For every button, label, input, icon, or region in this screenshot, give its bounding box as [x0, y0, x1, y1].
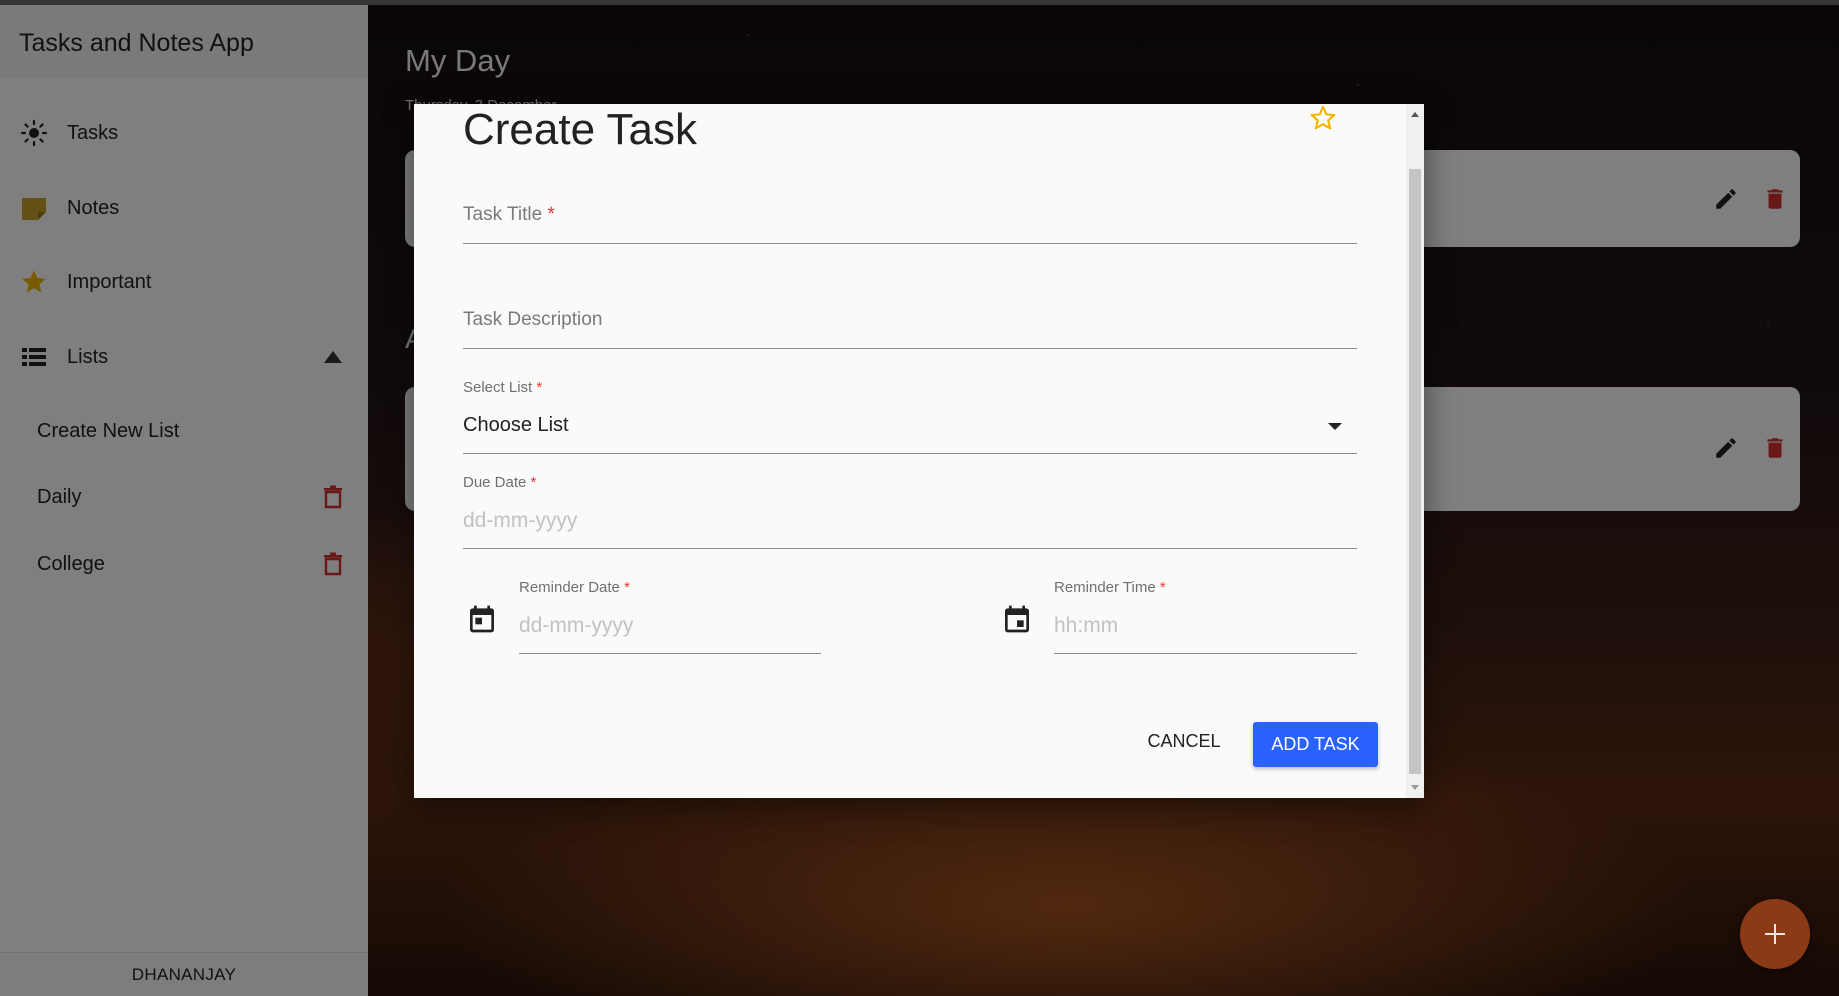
task-description-field[interactable]: Task Description — [463, 309, 1357, 351]
scroll-up-arrow-icon[interactable] — [1411, 112, 1419, 117]
due-date-field[interactable]: Due Date * dd-mm-yyyy — [463, 474, 1357, 550]
input-underline — [463, 243, 1357, 244]
task-description-label: Task Description — [463, 309, 603, 330]
required-mark: * — [530, 474, 537, 491]
input-underline — [463, 348, 1357, 349]
dialog-scrollbar[interactable] — [1406, 104, 1424, 798]
input-underline — [463, 453, 1357, 454]
required-mark: * — [536, 379, 543, 396]
reminder-time-label: Reminder Time — [1054, 579, 1156, 596]
required-mark: * — [547, 204, 555, 225]
add-task-button[interactable]: ADD TASK — [1253, 722, 1378, 767]
create-task-dialog: Create Task Task Title * Task Descriptio… — [414, 104, 1424, 798]
reminder-date-field[interactable]: Reminder Date * dd-mm-yyyy — [519, 579, 821, 655]
reminder-date-input[interactable]: dd-mm-yyyy — [519, 614, 633, 638]
scrollbar-thumb[interactable] — [1409, 169, 1421, 774]
add-task-fab-button[interactable] — [1740, 899, 1810, 969]
scroll-down-arrow-icon[interactable] — [1411, 785, 1419, 790]
calendar-icon[interactable] — [466, 603, 498, 635]
reminder-date-label: Reminder Date — [519, 579, 620, 596]
select-list-dropdown[interactable]: Select List * Choose List — [463, 379, 1357, 455]
input-underline — [519, 653, 821, 654]
dropdown-arrow-icon — [1328, 423, 1342, 430]
star-outline-icon[interactable] — [1309, 104, 1337, 132]
reminder-time-input[interactable]: hh:mm — [1054, 614, 1118, 638]
input-underline — [1054, 653, 1357, 654]
select-list-value: Choose List — [463, 414, 569, 436]
dialog-title: Create Task — [463, 105, 697, 154]
required-mark: * — [1159, 579, 1166, 596]
due-date-input[interactable]: dd-mm-yyyy — [463, 509, 577, 533]
select-list-label: Select List — [463, 379, 533, 396]
reminder-time-field[interactable]: Reminder Time * hh:mm — [1054, 579, 1357, 655]
task-title-label: Task Title — [463, 204, 543, 225]
task-title-field[interactable]: Task Title * — [463, 204, 1357, 246]
cancel-button[interactable]: CANCEL — [1139, 721, 1229, 761]
due-date-label: Due Date — [463, 474, 527, 491]
required-mark: * — [624, 579, 630, 596]
calendar-icon[interactable] — [1001, 603, 1033, 635]
input-underline — [463, 548, 1357, 549]
